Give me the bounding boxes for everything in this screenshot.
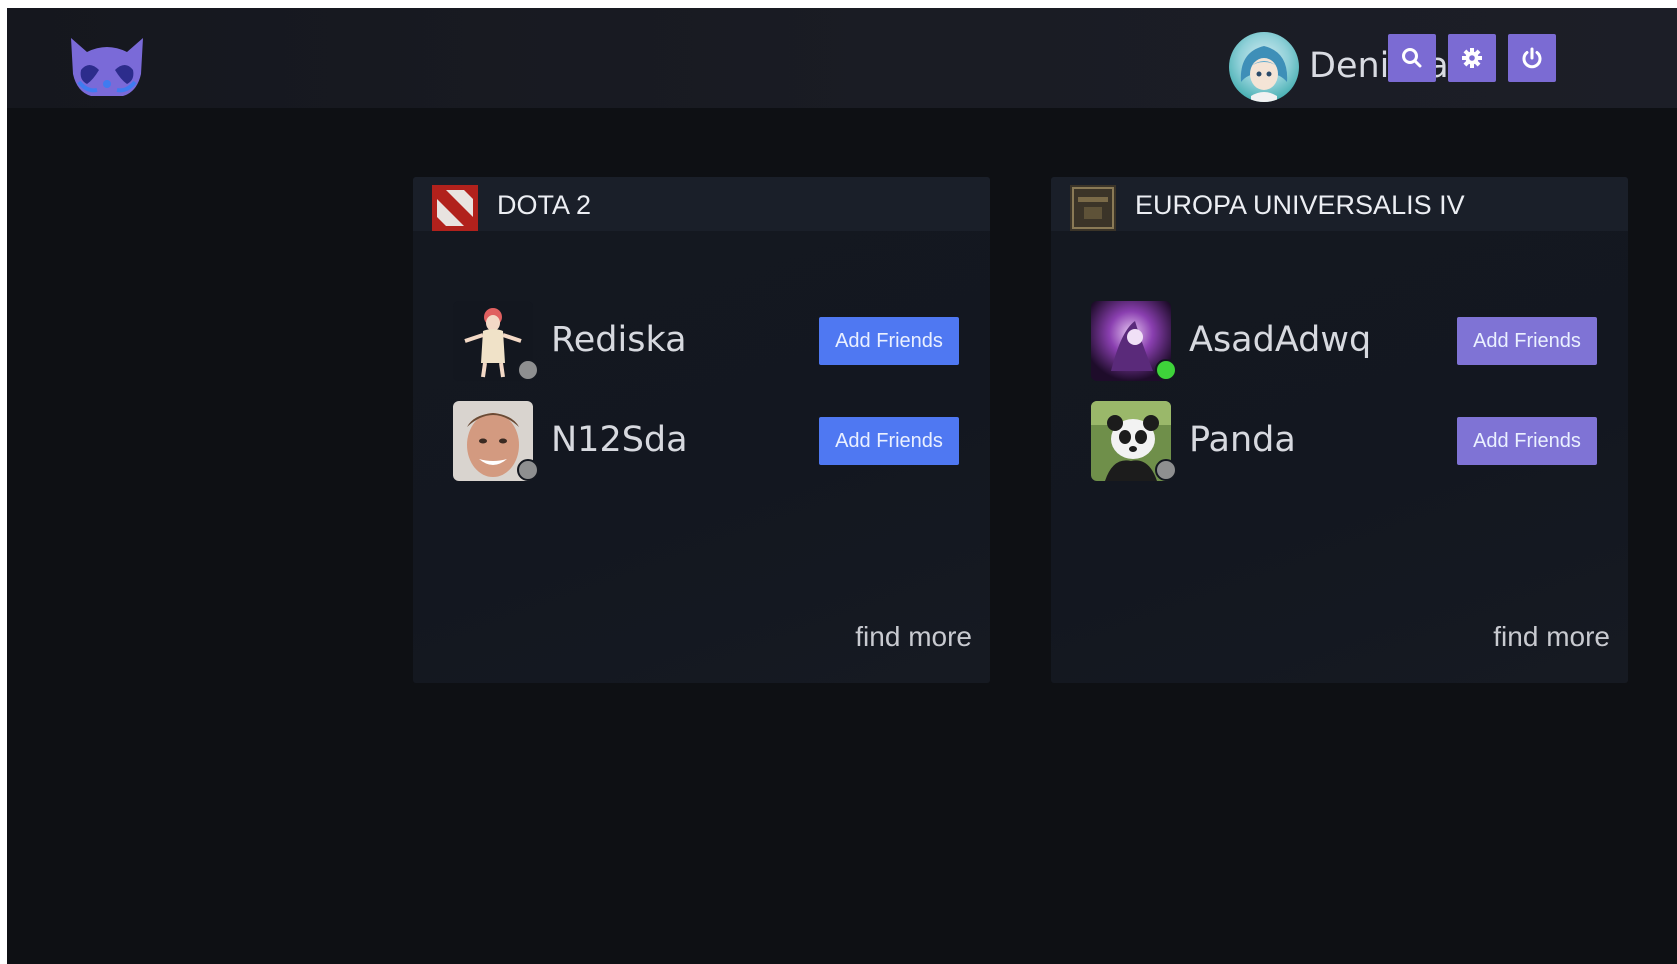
status-indicator (517, 359, 539, 381)
add-friends-button[interactable]: Add Friends (1457, 317, 1597, 365)
dota2-logo-icon (432, 185, 478, 231)
player-row: Rediska Add Friends (413, 301, 990, 381)
settings-button[interactable] (1448, 34, 1496, 82)
logout-button[interactable] (1508, 34, 1556, 82)
game-card-europa-universalis: EUROPA UNIVERSALIS IV AsadAdwq Add Frien… (1051, 177, 1628, 683)
player-name[interactable]: N12Sda (551, 419, 688, 461)
player-row: AsadAdwq Add Friends (1051, 301, 1628, 381)
game-title: DOTA 2 (497, 190, 592, 220)
status-indicator (1155, 459, 1177, 481)
power-icon (1522, 47, 1542, 69)
search-button[interactable] (1388, 34, 1436, 82)
top-bar: Deniska (7, 8, 1677, 108)
search-icon (1402, 48, 1422, 68)
card-header: DOTA 2 (413, 177, 990, 231)
add-friends-button[interactable]: Add Friends (1457, 417, 1597, 465)
game-card-dota2: DOTA 2 Rediska Add Friends N12Sda Add Fr… (413, 177, 990, 683)
add-friends-button[interactable]: Add Friends (819, 417, 959, 465)
player-name[interactable]: Panda (1189, 419, 1296, 461)
player-row: N12Sda Add Friends (413, 401, 990, 481)
user-avatar[interactable] (1229, 32, 1299, 102)
gear-icon (1462, 48, 1482, 68)
europa-universalis-logo-icon (1070, 185, 1116, 231)
find-more-link[interactable]: find more (855, 621, 972, 653)
status-indicator (517, 459, 539, 481)
player-row: Panda Add Friends (1051, 401, 1628, 481)
add-friends-button[interactable]: Add Friends (819, 317, 959, 365)
player-name[interactable]: AsadAdwq (1189, 319, 1371, 361)
raccoon-logo-icon[interactable] (67, 30, 147, 100)
status-indicator (1155, 359, 1177, 381)
find-more-link[interactable]: find more (1493, 621, 1610, 653)
card-header: EUROPA UNIVERSALIS IV (1051, 177, 1628, 231)
app-window: Deniska DOTA 2 Rediska Add Friends N12Sd… (7, 8, 1677, 964)
player-name[interactable]: Rediska (551, 319, 687, 361)
game-title: EUROPA UNIVERSALIS IV (1135, 190, 1465, 220)
